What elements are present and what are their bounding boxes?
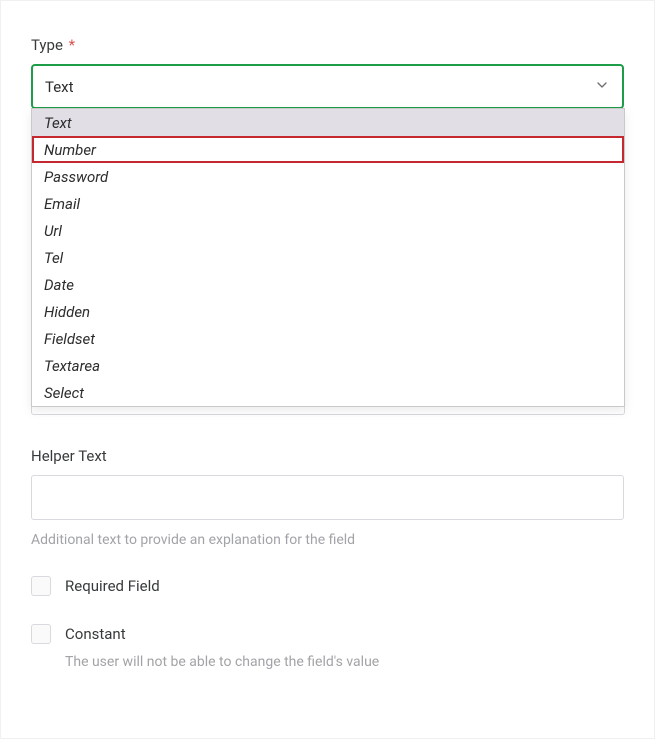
required-indicator: * (69, 36, 75, 54)
form-content: Type * Text TextNumberPasswordEmailUrlTe… (1, 1, 654, 407)
required-field-row: Required Field (31, 576, 624, 596)
type-option-textarea[interactable]: Textarea (32, 352, 624, 379)
type-option-tel[interactable]: Tel (32, 244, 624, 271)
constant-description: The user will not be able to change the … (65, 654, 624, 670)
type-option-select[interactable]: Select (32, 379, 624, 406)
type-option-number[interactable]: Number (32, 136, 624, 163)
type-select-value: Text (45, 78, 74, 96)
type-option-date[interactable]: Date (32, 271, 624, 298)
type-option-fieldset[interactable]: Fieldset (32, 325, 624, 352)
constant-label: Constant (65, 625, 126, 643)
helper-text-input[interactable] (31, 475, 624, 520)
constant-checkbox[interactable] (31, 624, 51, 644)
type-select[interactable]: Text (31, 64, 624, 109)
type-option-email[interactable]: Email (32, 190, 624, 217)
chevron-down-icon (594, 77, 610, 97)
type-option-password[interactable]: Password (32, 163, 624, 190)
required-field-label: Required Field (65, 577, 160, 595)
required-field-checkbox[interactable] (31, 576, 51, 596)
type-option-text[interactable]: Text (32, 109, 624, 136)
helper-text-caption: Additional text to provide an explanatio… (31, 532, 624, 548)
form-editor-panel: Type * Text TextNumberPasswordEmailUrlTe… (0, 0, 655, 739)
lower-fields: Helper Text Additional text to provide a… (1, 447, 654, 670)
type-label: Type * (31, 36, 624, 54)
type-option-hidden[interactable]: Hidden (32, 298, 624, 325)
constant-row: Constant (31, 624, 624, 644)
helper-text-label: Helper Text (31, 447, 624, 465)
type-dropdown[interactable]: TextNumberPasswordEmailUrlTelDateHiddenF… (31, 108, 625, 407)
type-label-text: Type (31, 36, 63, 54)
type-option-url[interactable]: Url (32, 217, 624, 244)
